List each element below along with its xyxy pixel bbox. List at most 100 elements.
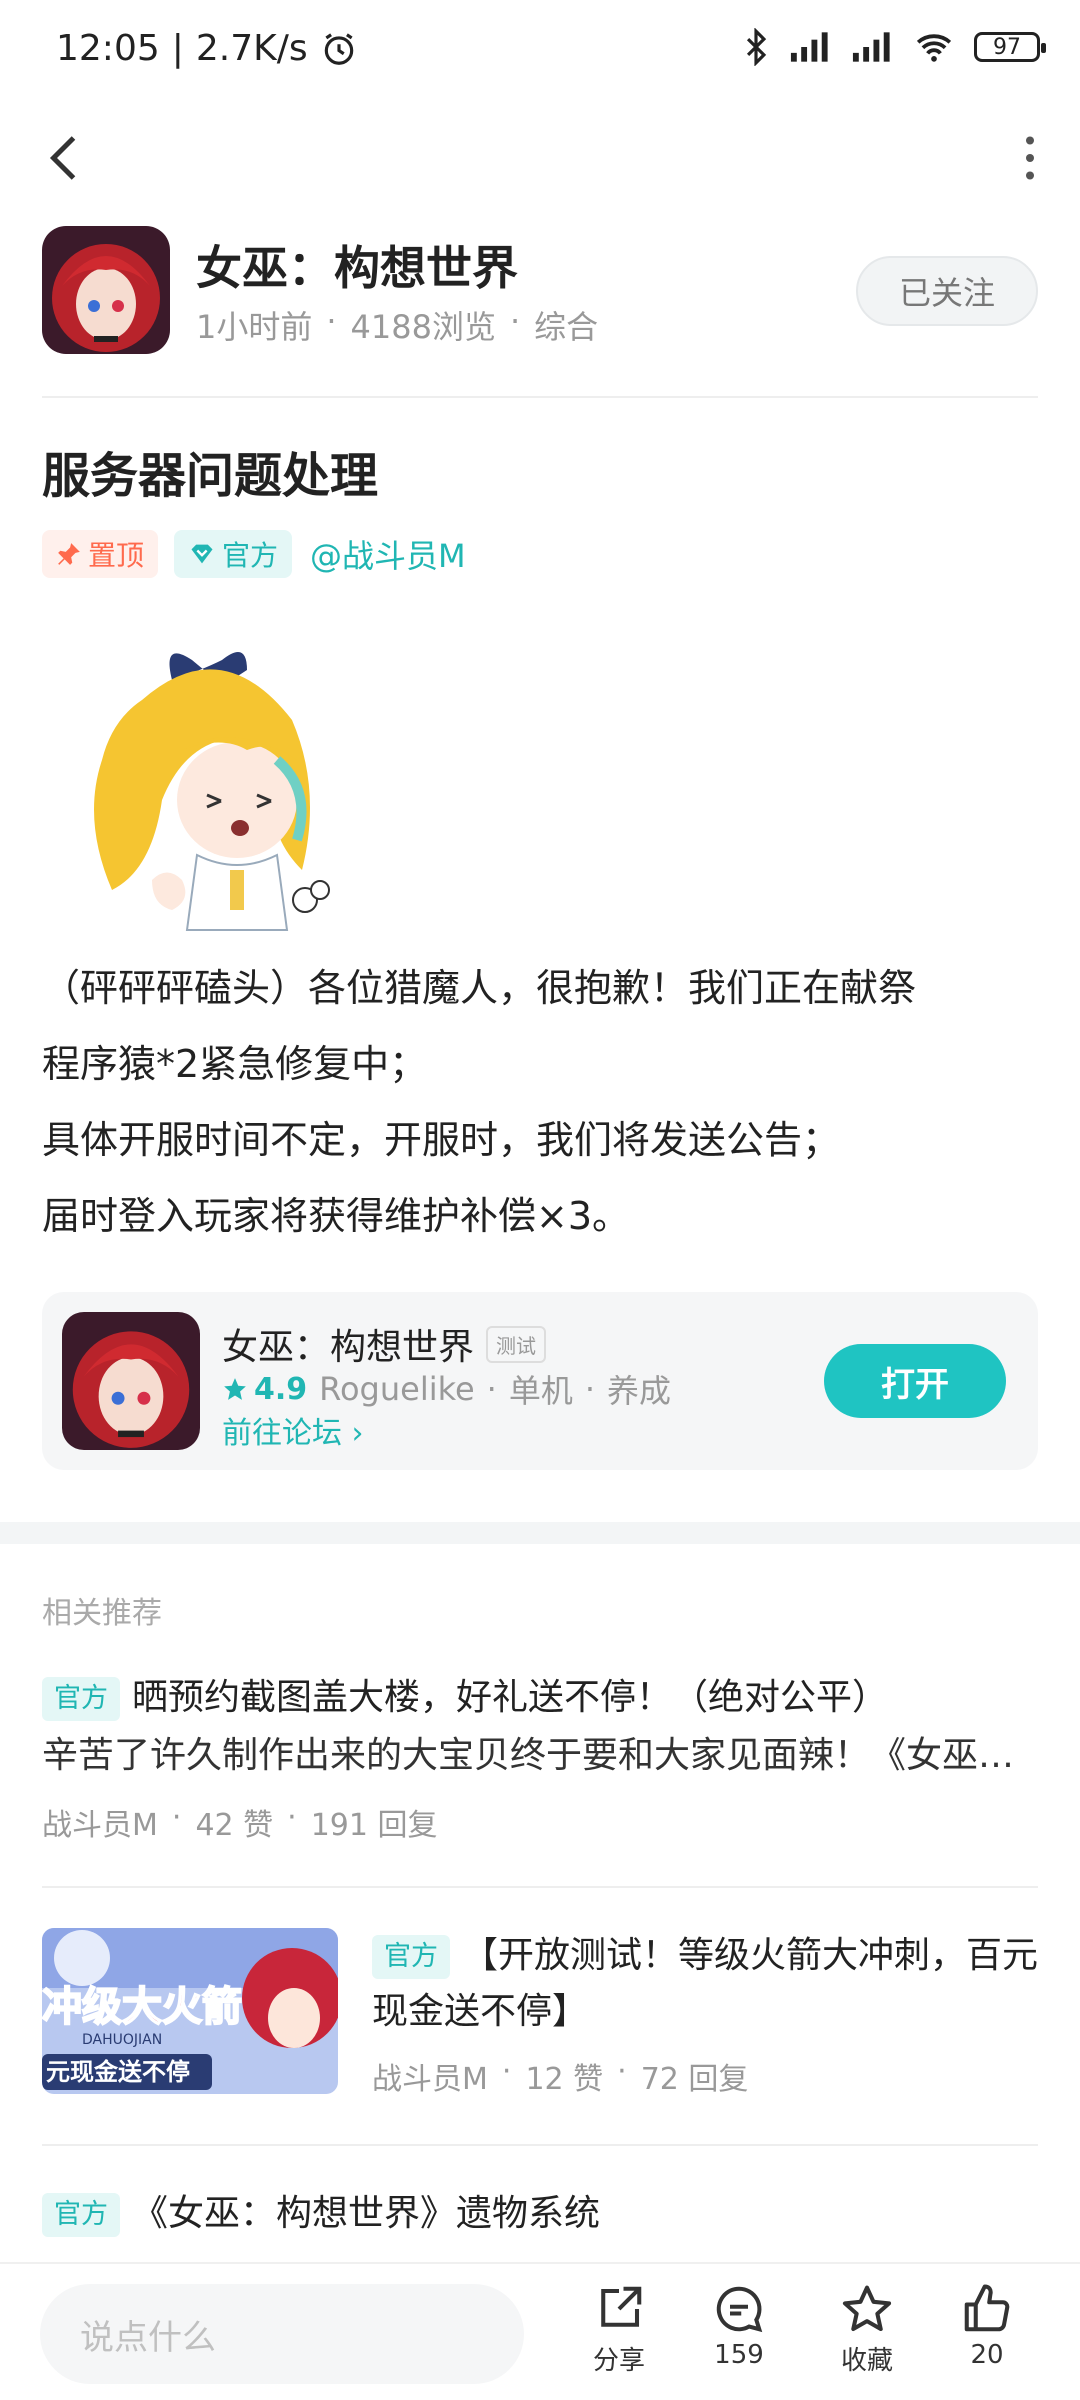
- official-tag: 官方: [174, 530, 293, 578]
- top-nav: [0, 110, 1080, 200]
- game-card-title: 女巫：构想世界: [222, 1327, 475, 1368]
- game-title[interactable]: 女巫：构想世界: [196, 232, 518, 298]
- related-post-title: 【开放测试！等级火箭大冲刺，百元现金送不停】: [372, 1935, 1039, 2032]
- like-button[interactable]: 20: [932, 2282, 1042, 2370]
- related-post-thumbnail-image: 冲级大火箭 DAHUOJIAN 元现金送不停: [42, 1928, 338, 2094]
- sticker-image: [94, 652, 330, 931]
- thumbnail-headline: 冲级大火箭: [42, 1984, 242, 2030]
- related-post-thumbnail: 冲级大火箭 DAHUOJIAN 元现金送不停: [42, 1928, 338, 2094]
- related-post-meta: 战斗员M · 12 赞 · 72 回复: [372, 2054, 1038, 2098]
- related-post-title-row: 官方 晒预约截图盖大楼，好礼送不停！（绝对公平）: [42, 1670, 1038, 1726]
- star-icon: [224, 1378, 246, 1400]
- related-post-title-row: 官方 《女巫：构想世界》遗物系统: [42, 2186, 1038, 2242]
- game-card-icon: [62, 1312, 200, 1450]
- official-tag: 官方: [42, 2193, 120, 2237]
- related-post-replies: 191 回复: [310, 1808, 438, 1843]
- game-avatar-image: [42, 226, 170, 354]
- post-tags: 置顶 官方 @战斗员M: [42, 530, 466, 578]
- thumbnail-caption: 元现金送不停: [46, 2058, 190, 2086]
- thumbs-up-icon: [964, 2284, 1010, 2332]
- favorite-button[interactable]: 收藏: [812, 2282, 922, 2377]
- related-post-title: 晒预约截图盖大楼，好礼送不停！（绝对公平）: [132, 1677, 889, 1718]
- related-post-3[interactable]: 官方 《女巫：构想世界》遗物系统: [42, 2186, 1038, 2242]
- meta-dot: ·: [326, 302, 337, 340]
- more-options-button[interactable]: [1000, 128, 1060, 188]
- meta-dot: ·: [171, 1800, 182, 1835]
- related-divider: [42, 1886, 1038, 1888]
- meta-dot: ·: [486, 1370, 497, 1408]
- game-avatar[interactable]: [42, 226, 170, 354]
- pinned-tag: 置顶: [42, 530, 159, 578]
- like-count: 20: [970, 2340, 1004, 2370]
- back-button[interactable]: [36, 128, 96, 188]
- post-header: 女巫：构想世界 1小时前 · 4188浏览 · 综合 已关注: [42, 226, 1038, 356]
- status-time: 12:05: [56, 28, 160, 69]
- pinned-tag-label: 置顶: [88, 539, 145, 572]
- network-speed: 2.7K/s: [195, 28, 308, 69]
- open-game-button[interactable]: 打开: [824, 1344, 1006, 1418]
- bottom-action-bar: 说点什么 分享 159 收藏 20: [0, 2262, 1080, 2400]
- game-card-meta: 4.9 Roguelike · 单机 · 养成: [222, 1366, 671, 1412]
- related-post-author: 战斗员M: [372, 2062, 488, 2097]
- game-card-title-row: 女巫：构想世界 测试: [222, 1318, 547, 1370]
- comment-button[interactable]: 159: [684, 2282, 794, 2370]
- more-vertical-icon: [1026, 136, 1034, 180]
- post-body: （砰砰砰磕头）各位猎魔人，很抱歉！我们正在献祭 程序猿*2紧急修复中； 具体开服…: [42, 950, 1042, 1254]
- meta-dot: ·: [287, 1800, 297, 1835]
- related-divider: [42, 2144, 1038, 2146]
- related-post-likes: 42 赞: [195, 1808, 274, 1843]
- related-post-meta: 战斗员M · 42 赞 · 191 回复: [42, 1800, 1038, 1844]
- related-post-text: 官方 【开放测试！等级火箭大冲刺，百元现金送不停】 战斗员M · 12 赞 · 7…: [372, 1928, 1038, 2098]
- thumbnail-subtitle: DAHUOJIAN: [82, 2032, 162, 2048]
- back-arrow-icon: [49, 136, 76, 180]
- post-views: 4188浏览: [350, 308, 496, 346]
- signal-icon: [790, 32, 828, 62]
- meta-dot: ·: [617, 2054, 627, 2089]
- official-tag: 官方: [372, 1935, 450, 1979]
- post-title: 服务器问题处理: [42, 448, 379, 504]
- related-section-title: 相关推荐: [42, 1596, 162, 1631]
- status-right: 97: [742, 28, 1046, 66]
- related-post-title: 《女巫：构想世界》遗物系统: [132, 2193, 601, 2234]
- meta-dot: ·: [501, 2054, 512, 2089]
- related-post-author: 战斗员M: [42, 1808, 158, 1843]
- forum-link[interactable]: 前往论坛 ›: [222, 1408, 364, 1452]
- apology-sticker: [72, 640, 342, 940]
- test-badge: 测试: [486, 1325, 547, 1363]
- battery-indicator: 97: [974, 32, 1046, 62]
- header-divider: [42, 396, 1038, 398]
- game-genre: 单机: [508, 1372, 573, 1410]
- meta-dot: ·: [584, 1370, 596, 1408]
- post-body-line: 具体开服时间不定，开服时，我们将发送公告；: [42, 1118, 841, 1162]
- official-tag-label: 官方: [222, 539, 279, 572]
- status-bar: 12:05 | 2.7K/s 97: [0, 0, 1080, 100]
- section-separator: [0, 1522, 1080, 1544]
- related-post-1[interactable]: 官方 晒预约截图盖大楼，好礼送不停！（绝对公平） 辛苦了许久制作出来的大宝贝终于要…: [42, 1670, 1038, 1844]
- meta-dot: ·: [510, 302, 521, 340]
- status-separator: |: [171, 28, 184, 69]
- official-badge-icon: [191, 544, 213, 564]
- related-post-title-row: 官方 【开放测试！等级火箭大冲刺，百元现金送不停】: [372, 1928, 1038, 2040]
- wifi-icon: [916, 34, 952, 62]
- share-icon: [601, 2286, 642, 2327]
- bluetooth-icon: [746, 28, 767, 66]
- post-meta: 1小时前 · 4188浏览 · 综合: [196, 302, 598, 348]
- comment-input[interactable]: 说点什么: [40, 2284, 524, 2384]
- game-genre: 养成: [607, 1372, 672, 1410]
- share-label: 分享: [592, 2346, 645, 2376]
- post-body-line: 程序猿*2紧急修复中；: [42, 1042, 428, 1086]
- game-card[interactable]: 女巫：构想世界 测试 4.9 Roguelike · 单机 · 养成 前往论坛 …: [42, 1292, 1038, 1470]
- related-post-likes: 12 赞: [525, 2062, 604, 2097]
- post-body-line: 届时登入玩家将获得维护补偿×3。: [42, 1194, 631, 1238]
- related-post-replies: 72 回复: [640, 2062, 749, 2097]
- follow-button[interactable]: 已关注: [856, 256, 1038, 326]
- official-tag: 官方: [42, 1677, 120, 1721]
- status-left: 12:05 | 2.7K/s: [56, 28, 358, 69]
- star-outline-icon: [842, 2285, 892, 2332]
- share-button[interactable]: 分享: [564, 2282, 674, 2377]
- signal-icon-2: [852, 32, 890, 62]
- related-post-2[interactable]: 冲级大火箭 DAHUOJIAN 元现金送不停 官方 【开放测试！等级火箭大冲刺，百…: [42, 1928, 1038, 2098]
- comment-icon: [716, 2286, 763, 2333]
- author-mention[interactable]: @战斗员M: [310, 531, 466, 577]
- favorite-label: 收藏: [840, 2346, 893, 2376]
